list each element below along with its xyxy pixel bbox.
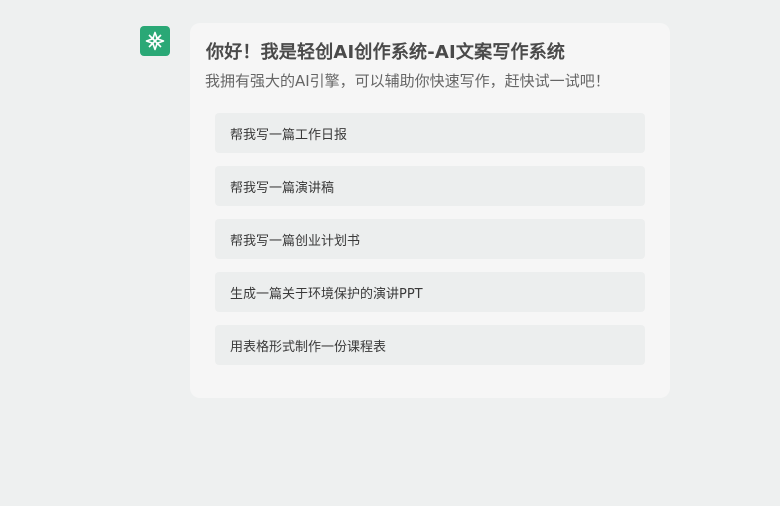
suggestion-label: 帮我写一篇演讲稿	[230, 180, 335, 196]
suggestion-label: 生成一篇关于环境保护的演讲PPT	[230, 286, 423, 302]
suggestion-item[interactable]: 帮我写一篇创业计划书	[215, 219, 645, 259]
suggestion-label: 用表格形式制作一份课程表	[230, 339, 387, 355]
suggestion-item[interactable]: 帮我写一篇演讲稿	[215, 166, 645, 206]
welcome-card: 你好！我是轻创AI创作系统-AI文案写作系统 我拥有强大的AI引擎，可以辅助你快…	[190, 23, 670, 398]
welcome-title: 你好！我是轻创AI创作系统-AI文案写作系统	[206, 42, 566, 63]
suggestion-label: 帮我写一篇工作日报	[230, 127, 348, 143]
welcome-subtitle: 我拥有强大的AI引擎，可以辅助你快速写作，赶快试一试吧！	[205, 72, 610, 90]
suggestion-list: 帮我写一篇工作日报 帮我写一篇演讲稿 帮我写一篇创业计划书 生成一篇关于环境保护…	[215, 113, 645, 378]
assistant-avatar	[140, 26, 170, 56]
ai-logo-icon	[145, 31, 165, 51]
suggestion-item[interactable]: 帮我写一篇工作日报	[215, 113, 645, 153]
suggestion-item[interactable]: 用表格形式制作一份课程表	[215, 325, 645, 365]
suggestion-label: 帮我写一篇创业计划书	[230, 233, 361, 249]
suggestion-item[interactable]: 生成一篇关于环境保护的演讲PPT	[215, 272, 645, 312]
